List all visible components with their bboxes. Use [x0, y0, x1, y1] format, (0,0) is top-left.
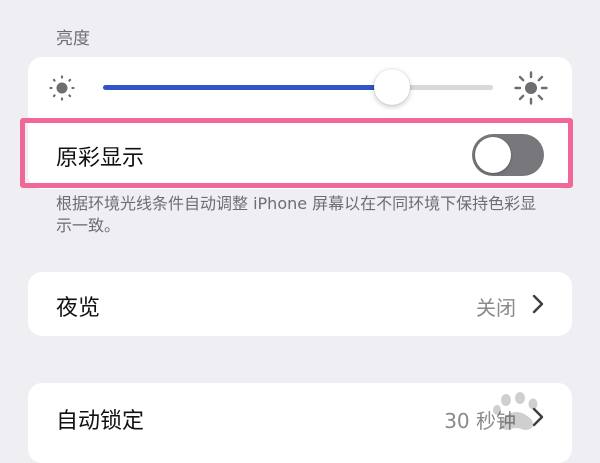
night-shift-row[interactable]: 夜览 关闭 [28, 272, 572, 336]
brightness-section-label: 亮度 [56, 29, 90, 49]
auto-lock-card: 自动锁定 30 秒钟 [28, 383, 572, 463]
auto-lock-value: 30 秒钟 [444, 409, 516, 433]
sun-large-icon [514, 71, 548, 105]
auto-lock-label: 自动锁定 [56, 409, 145, 434]
night-shift-card: 夜览 关闭 [28, 272, 572, 336]
brightness-card: 原彩显示 [28, 57, 572, 189]
sun-small-icon [49, 75, 75, 101]
true-tone-footnote: 根据环境光线条件自动调整 iPhone 屏幕以在不同环境下保持色彩显示一致。 [56, 194, 537, 235]
brightness-slider-fill [103, 85, 392, 90]
true-tone-toggle[interactable] [472, 134, 544, 176]
night-shift-value: 关闭 [476, 296, 516, 320]
night-shift-label: 夜览 [56, 296, 101, 321]
brightness-slider[interactable] [103, 69, 493, 105]
auto-lock-row[interactable]: 自动锁定 30 秒钟 [28, 383, 572, 447]
true-tone-row: 原彩显示 [28, 120, 572, 189]
chevron-right-icon [532, 294, 544, 314]
brightness-slider-row [28, 57, 572, 119]
chevron-right-icon [532, 407, 544, 427]
true-tone-label: 原彩显示 [56, 146, 145, 171]
toggle-knob [475, 137, 511, 173]
brightness-slider-thumb[interactable] [373, 69, 410, 105]
